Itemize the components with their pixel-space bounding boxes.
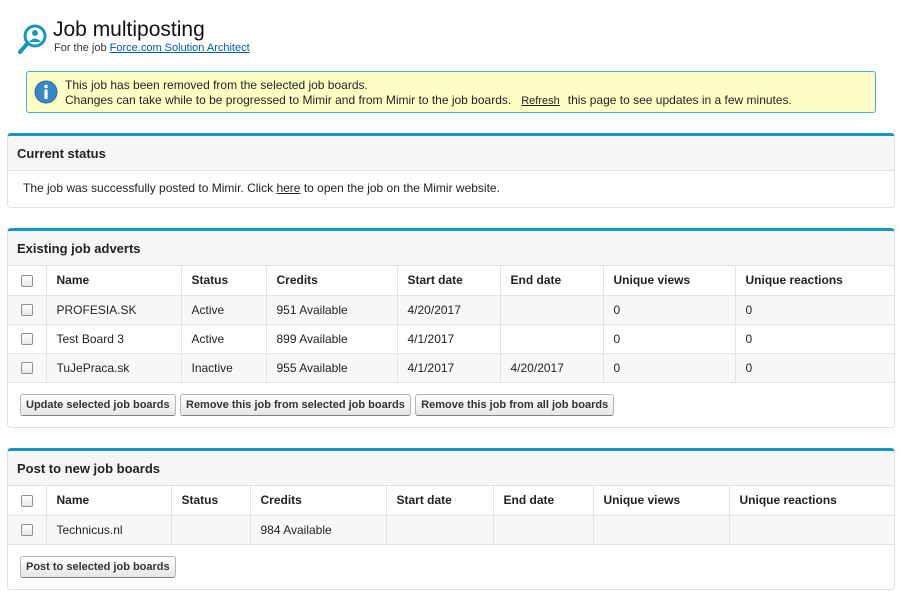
- column-header[interactable]: Start date: [386, 486, 494, 516]
- board-name: TuJePraca.sk: [46, 353, 182, 383]
- post-selected-button[interactable]: Post to selected job boards: [20, 555, 176, 578]
- current-status-body: The job was successfully posted to Mimir…: [8, 171, 894, 195]
- column-header[interactable]: Status: [181, 266, 267, 296]
- board-status: Inactive: [181, 353, 267, 383]
- board-credits: 955 Available: [266, 353, 398, 383]
- info-line-1: This job has been removed from the selec…: [65, 78, 368, 92]
- board-unique-views: [593, 515, 730, 545]
- select-all-checkbox[interactable]: [20, 495, 33, 508]
- row-checkbox[interactable]: [20, 304, 33, 317]
- column-header[interactable]: Unique views: [603, 266, 736, 296]
- board-name: PROFESIA.SK: [46, 295, 182, 325]
- info-line-2: Changes can take while to be progressed …: [65, 93, 792, 107]
- status-text-after: to open the job on the Mimir website.: [303, 181, 500, 195]
- update-selected-button[interactable]: Update selected job boards: [20, 393, 176, 416]
- post-new-table: Name Status Credits Start date End date …: [8, 486, 894, 545]
- post-new-actions: Post to selected job boards: [8, 545, 894, 590]
- board-status: [171, 515, 251, 545]
- page-title: Job multiposting: [53, 18, 205, 41]
- board-unique-reactions: [729, 515, 894, 545]
- row-select-cell: [8, 353, 47, 383]
- table-header-row: Name Status Credits Start date End date …: [8, 266, 894, 296]
- table-row: Technicus.nl 984 Available: [8, 515, 894, 545]
- existing-adverts-section: Existing job adverts Name Status Credits…: [7, 228, 895, 428]
- current-status-heading: Current status: [8, 136, 894, 171]
- board-unique-views: 0: [603, 324, 736, 354]
- page-subtitle: For the job Force.com Solution Architect: [54, 42, 250, 54]
- column-header[interactable]: Start date: [397, 266, 501, 296]
- current-status-section: Current status The job was successfully …: [7, 133, 895, 208]
- mimir-job-link[interactable]: here: [276, 181, 300, 195]
- select-all-cell: [8, 266, 47, 296]
- existing-adverts-table: Name Status Credits Start date End date …: [8, 266, 894, 383]
- post-new-section: Post to new job boards Name Status Credi…: [7, 448, 895, 590]
- column-header[interactable]: Credits: [250, 486, 387, 516]
- board-unique-reactions: 0: [735, 324, 894, 354]
- board-credits: 899 Available: [266, 324, 398, 354]
- board-status: Active: [181, 324, 267, 354]
- board-unique-views: 0: [603, 295, 736, 325]
- remove-selected-button[interactable]: Remove this job from selected job boards: [180, 393, 411, 416]
- row-select-cell: [8, 515, 47, 545]
- board-unique-reactions: 0: [735, 353, 894, 383]
- info-icon: [34, 80, 58, 104]
- board-unique-views: 0: [603, 353, 736, 383]
- row-checkbox[interactable]: [20, 333, 33, 346]
- board-end-date: [500, 295, 604, 325]
- remove-all-button[interactable]: Remove this job from all job boards: [415, 393, 615, 416]
- board-end-date: 4/20/2017: [500, 353, 604, 383]
- subtitle-prefix: For the job: [54, 42, 107, 54]
- post-new-heading: Post to new job boards: [8, 451, 894, 486]
- row-checkbox[interactable]: [20, 362, 33, 375]
- column-header[interactable]: End date: [493, 486, 594, 516]
- column-header[interactable]: Name: [46, 486, 172, 516]
- existing-actions: Update selected job boards Remove this j…: [8, 383, 894, 428]
- board-start-date: [386, 515, 494, 545]
- info-message: This job has been removed from the selec…: [26, 71, 876, 113]
- status-text-before: The job was successfully posted to Mimir…: [23, 181, 274, 195]
- column-header[interactable]: Status: [171, 486, 251, 516]
- table-header-row: Name Status Credits Start date End date …: [8, 486, 894, 516]
- select-all-cell: [8, 486, 47, 516]
- refresh-link[interactable]: Refresh: [521, 95, 560, 107]
- job-link[interactable]: Force.com Solution Architect: [110, 42, 250, 54]
- board-start-date: 4/20/2017: [397, 295, 501, 325]
- board-start-date: 4/1/2017: [397, 353, 501, 383]
- board-name: Test Board 3: [46, 324, 182, 354]
- column-header[interactable]: Credits: [266, 266, 398, 296]
- table-row: TuJePraca.sk Inactive 955 Available 4/1/…: [8, 353, 894, 383]
- board-end-date: [493, 515, 594, 545]
- existing-adverts-heading: Existing job adverts: [8, 231, 894, 266]
- board-end-date: [500, 324, 604, 354]
- table-row: Test Board 3 Active 899 Available 4/1/20…: [8, 324, 894, 354]
- row-select-cell: [8, 295, 47, 325]
- row-select-cell: [8, 324, 47, 354]
- column-header[interactable]: Name: [46, 266, 182, 296]
- board-credits: 984 Available: [250, 515, 387, 545]
- person-search-icon: [18, 24, 47, 54]
- column-header[interactable]: Unique views: [593, 486, 730, 516]
- board-unique-reactions: 0: [735, 295, 894, 325]
- table-row: PROFESIA.SK Active 951 Available 4/20/20…: [8, 295, 894, 325]
- info-line-2-before: Changes can take while to be progressed …: [65, 93, 512, 107]
- board-name: Technicus.nl: [46, 515, 172, 545]
- info-line-2-after: this page to see updates in a few minute…: [567, 93, 792, 107]
- board-start-date: 4/1/2017: [397, 324, 501, 354]
- column-header[interactable]: End date: [500, 266, 604, 296]
- row-checkbox[interactable]: [20, 524, 33, 537]
- board-status: Active: [181, 295, 267, 325]
- select-all-checkbox[interactable]: [20, 275, 33, 288]
- column-header[interactable]: Unique reactions: [729, 486, 894, 516]
- board-credits: 951 Available: [266, 295, 398, 325]
- column-header[interactable]: Unique reactions: [735, 266, 894, 296]
- page-header: Job multiposting For the job Force.com S…: [18, 18, 518, 58]
